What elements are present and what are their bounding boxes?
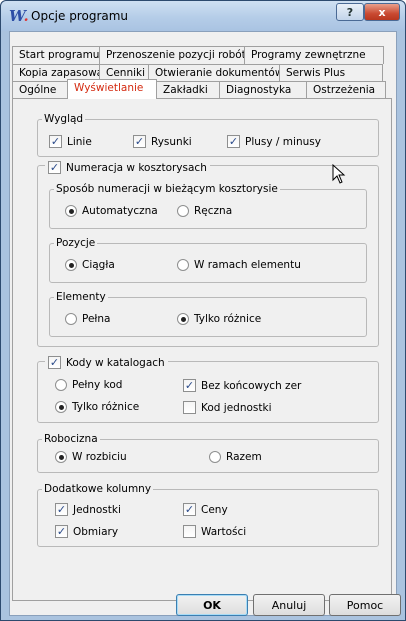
- checkbox-kod-jednostki-label: Kod jednostki: [201, 401, 272, 414]
- checkbox-kod-jednostki-box[interactable]: [183, 401, 196, 414]
- checkbox-plusy-box[interactable]: ✓: [227, 135, 240, 148]
- checkbox-rysunki-label: Rysunki: [151, 135, 192, 148]
- checkbox-rysunki-box[interactable]: ✓: [133, 135, 146, 148]
- ok-button[interactable]: OK: [176, 594, 248, 616]
- checkbox-bez-zer-box[interactable]: ✓: [183, 379, 196, 392]
- radio-razem[interactable]: Razem: [209, 451, 262, 463]
- checkbox-rysunki[interactable]: ✓ Rysunki: [133, 135, 192, 148]
- tab-programy-zewnetrzne[interactable]: Programy zewnętrzne: [244, 46, 384, 64]
- close-window-button[interactable]: x: [364, 3, 400, 21]
- checkbox-linie-box[interactable]: ✓: [49, 135, 62, 148]
- tab-start-programu[interactable]: Start programu: [12, 46, 100, 64]
- tab-ogolne[interactable]: Ogólne: [12, 81, 68, 99]
- checkbox-kod-jednostki[interactable]: Kod jednostki: [183, 401, 272, 414]
- radio-razem-dot[interactable]: [209, 451, 221, 463]
- radio-pelna-label: Pełna: [82, 313, 111, 325]
- tab-przenoszenie-pozycji[interactable]: Przenoszenie pozycji robót: [99, 46, 246, 64]
- radio-tylko-roznice-elementy-label: Tylko różnice: [194, 313, 262, 325]
- options-dialog: W. Opcje programu ? x Start programu Prz…: [0, 0, 406, 621]
- radio-w-rozbiciu[interactable]: W rozbiciu: [55, 451, 127, 463]
- checkbox-plusy-label: Plusy / minusy: [245, 135, 321, 148]
- group-dodatkowe-legend: Dodatkowe kolumny: [44, 483, 152, 495]
- tab-serwis-plus[interactable]: Serwis Plus: [279, 64, 383, 82]
- tab-ostrzezenia[interactable]: Ostrzeżenia: [306, 81, 386, 99]
- app-logo-icon: W.: [9, 7, 29, 25]
- group-sposob-legend: Sposób numeracji w bieżącym kosztorysie: [56, 183, 278, 195]
- checkbox-bez-koncowych-zer[interactable]: ✓ Bez końcowych zer: [183, 379, 301, 392]
- checkbox-kody-box[interactable]: ✓: [48, 356, 61, 369]
- tab-otwieranie-dokumentow[interactable]: Otwieranie dokumentów: [148, 64, 283, 82]
- checkbox-bez-zer-label: Bez końcowych zer: [201, 379, 302, 392]
- radio-tylko-roznice-elementy[interactable]: Tylko różnice: [177, 313, 261, 325]
- checkbox-linie-label: Linie: [67, 135, 92, 148]
- radio-w-rozbiciu-label: W rozbiciu: [72, 451, 127, 463]
- checkbox-obmiary[interactable]: ✓ Obmiary: [55, 525, 118, 538]
- window-title: Opcje programu: [31, 9, 129, 23]
- checkbox-linie[interactable]: ✓ Linie: [49, 135, 92, 148]
- group-wyglad-legend: Wygląd: [44, 113, 84, 125]
- radio-pelna-dot[interactable]: [65, 313, 77, 325]
- dialog-client-area: Start programu Przenoszenie pozycji robó…: [9, 31, 397, 616]
- checkbox-jednostki-box[interactable]: ✓: [55, 503, 68, 516]
- radio-reczna[interactable]: Ręczna: [177, 205, 232, 217]
- radio-razem-label: Razem: [226, 451, 262, 463]
- checkbox-numeracja-label: Numeracja w kosztorysach: [66, 161, 207, 174]
- checkbox-plusy-minusy[interactable]: ✓ Plusy / minusy: [227, 135, 321, 148]
- group-elementy-legend: Elementy: [56, 291, 106, 303]
- radio-w-ramach-label: W ramach elementu: [194, 259, 301, 271]
- checkbox-wartosci[interactable]: Wartości: [183, 525, 246, 538]
- radio-w-ramach-elementu[interactable]: W ramach elementu: [177, 259, 301, 271]
- checkbox-kody-w-katalogach[interactable]: ✓ Kody w katalogach: [45, 356, 168, 369]
- pomoc-button[interactable]: Pomoc: [329, 594, 401, 616]
- radio-automatyczna-dot[interactable]: [65, 205, 77, 217]
- radio-automatyczna-label: Automatyczna: [82, 205, 158, 217]
- radio-ciagla[interactable]: Ciągła: [65, 259, 115, 271]
- group-robocizna-legend: Robocizna: [44, 433, 98, 445]
- radio-pelny-kod-dot[interactable]: [55, 379, 67, 391]
- radio-tylko-roznice-kody-dot[interactable]: [55, 401, 67, 413]
- radio-reczna-dot[interactable]: [177, 205, 189, 217]
- tab-zakladki[interactable]: Zakładki: [156, 81, 220, 99]
- tab-row-3: Ogólne Wyświetlanie Zakładki Diagnostyka…: [12, 79, 386, 99]
- radio-pelna[interactable]: Pełna: [65, 313, 111, 325]
- checkbox-obmiary-box[interactable]: ✓: [55, 525, 68, 538]
- checkbox-ceny-label: Ceny: [201, 503, 228, 516]
- tab-row-1: Start programu Przenoszenie pozycji robó…: [12, 46, 384, 64]
- radio-tylko-roznice-elementy-dot[interactable]: [177, 313, 189, 325]
- title-bar[interactable]: W. Opcje programu ? x: [1, 1, 405, 31]
- checkbox-wartosci-label: Wartości: [201, 525, 247, 538]
- checkbox-kody-label: Kody w katalogach: [66, 356, 165, 369]
- radio-tylko-roznice-kody-label: Tylko różnice: [72, 401, 140, 413]
- checkbox-ceny[interactable]: ✓ Ceny: [183, 503, 228, 516]
- tab-diagnostyka[interactable]: Diagnostyka: [219, 81, 307, 99]
- radio-pelny-kod[interactable]: Pełny kod: [55, 379, 122, 391]
- radio-pelny-kod-label: Pełny kod: [72, 379, 123, 391]
- checkbox-numeracja[interactable]: ✓ Numeracja w kosztorysach: [45, 161, 210, 174]
- radio-w-ramach-dot[interactable]: [177, 259, 189, 271]
- group-pozycje-legend: Pozycje: [56, 237, 96, 249]
- checkbox-jednostki[interactable]: ✓ Jednostki: [55, 503, 121, 516]
- radio-reczna-label: Ręczna: [194, 205, 233, 217]
- help-title-button[interactable]: ?: [336, 3, 364, 21]
- checkbox-ceny-box[interactable]: ✓: [183, 503, 196, 516]
- radio-w-rozbiciu-dot[interactable]: [55, 451, 67, 463]
- checkbox-obmiary-label: Obmiary: [73, 525, 119, 538]
- checkbox-jednostki-label: Jednostki: [73, 503, 121, 516]
- checkbox-wartosci-box[interactable]: [183, 525, 196, 538]
- radio-ciagla-dot[interactable]: [65, 259, 77, 271]
- tab-wyswietlanie[interactable]: Wyświetlanie: [67, 79, 157, 99]
- radio-automatyczna[interactable]: Automatyczna: [65, 205, 158, 217]
- checkbox-numeracja-box[interactable]: ✓: [48, 161, 61, 174]
- radio-ciagla-label: Ciągła: [82, 259, 115, 271]
- radio-tylko-roznice-kody[interactable]: Tylko różnice: [55, 401, 139, 413]
- mouse-cursor-icon: [332, 164, 346, 184]
- anuluj-button[interactable]: Anuluj: [253, 594, 325, 616]
